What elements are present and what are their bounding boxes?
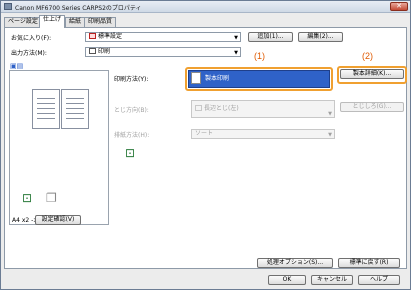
- preview-pane: ⊡ ❐ A4 x2 -> A4: [9, 70, 109, 225]
- processing-options-button[interactable]: 処理オプション(S)...: [257, 258, 333, 268]
- help-button[interactable]: ヘルプ: [358, 275, 400, 285]
- print-method-select[interactable]: 製本印刷: [188, 70, 330, 88]
- callout-2: (2): [362, 51, 373, 61]
- check-settings-button[interactable]: 設定確認(V): [35, 215, 81, 225]
- output-label: 出力方法(M):: [11, 50, 47, 57]
- cancel-button[interactable]: キャンセル: [311, 275, 353, 285]
- binding-select[interactable]: 長辺とじ(左) ▼: [191, 100, 335, 118]
- booklet-icon: [191, 72, 201, 84]
- binding-margin-button[interactable]: とじしろ(G)...: [340, 102, 404, 112]
- output-select[interactable]: 印刷 ▼: [85, 47, 241, 57]
- favorite-icon: [89, 33, 96, 39]
- properties-window: Canon MF6700 Series CARPS2のプロパティ ✕ ページ設定…: [0, 0, 411, 290]
- favorites-value: 標準設定: [98, 33, 123, 40]
- discharge-icon: ⊡: [125, 146, 136, 160]
- output-value: 印刷: [98, 48, 111, 55]
- print-method-value: 製本印刷: [205, 75, 230, 82]
- chevron-down-icon: ▼: [328, 132, 332, 138]
- title-bar: Canon MF6700 Series CARPS2のプロパティ ✕: [1, 1, 410, 13]
- restore-defaults-button[interactable]: 標準に戻す(R): [338, 258, 400, 268]
- edit-favorite-button[interactable]: 編集(2)...: [298, 32, 343, 42]
- tab-paper-source[interactable]: 給紙: [65, 17, 86, 27]
- chevron-down-icon: ▼: [234, 50, 238, 56]
- page-stack-icon: ❐: [46, 191, 57, 205]
- chevron-down-icon: ▼: [234, 35, 238, 41]
- ok-button[interactable]: OK: [268, 275, 306, 285]
- print-icon: [89, 48, 96, 54]
- close-button[interactable]: ✕: [390, 2, 408, 11]
- print-method-label: 印刷方法(Y):: [114, 76, 149, 83]
- discharge-value: ソート: [195, 130, 214, 137]
- window-title: Canon MF6700 Series CARPS2のプロパティ: [15, 5, 142, 12]
- binding-label: とじ方向(B):: [114, 107, 149, 114]
- binding-value: 長辺とじ(左): [204, 105, 239, 112]
- finishing-panel: お気に入り(F): 標準設定 ▼ 追加(1)... 編集(2)... 出力方法(M…: [4, 27, 407, 269]
- discharge-label: 排紙方法(H):: [114, 132, 150, 139]
- add-favorite-button[interactable]: 追加(1)...: [248, 32, 293, 42]
- favorites-label: お気に入り(F):: [11, 35, 52, 42]
- callout-1: (1): [254, 51, 265, 61]
- tab-print-quality[interactable]: 印刷品質: [84, 17, 117, 27]
- chevron-down-icon: ▼: [328, 111, 332, 117]
- favorites-select[interactable]: 標準設定 ▼: [85, 32, 241, 42]
- discharge-select[interactable]: ソート ▼: [191, 129, 335, 139]
- tab-finishing[interactable]: 仕上げ: [39, 15, 66, 28]
- preview-toggle-icon[interactable]: ▣▤: [10, 62, 23, 70]
- printer-icon: [4, 3, 12, 10]
- binding-edge-icon: ⊡: [22, 191, 33, 205]
- booklet-details-button[interactable]: 製本詳細(K)...: [340, 69, 404, 79]
- booklet-preview-image: [32, 89, 90, 129]
- binding-icon: [195, 105, 202, 111]
- tab-page-setup[interactable]: ページ設定: [4, 17, 42, 27]
